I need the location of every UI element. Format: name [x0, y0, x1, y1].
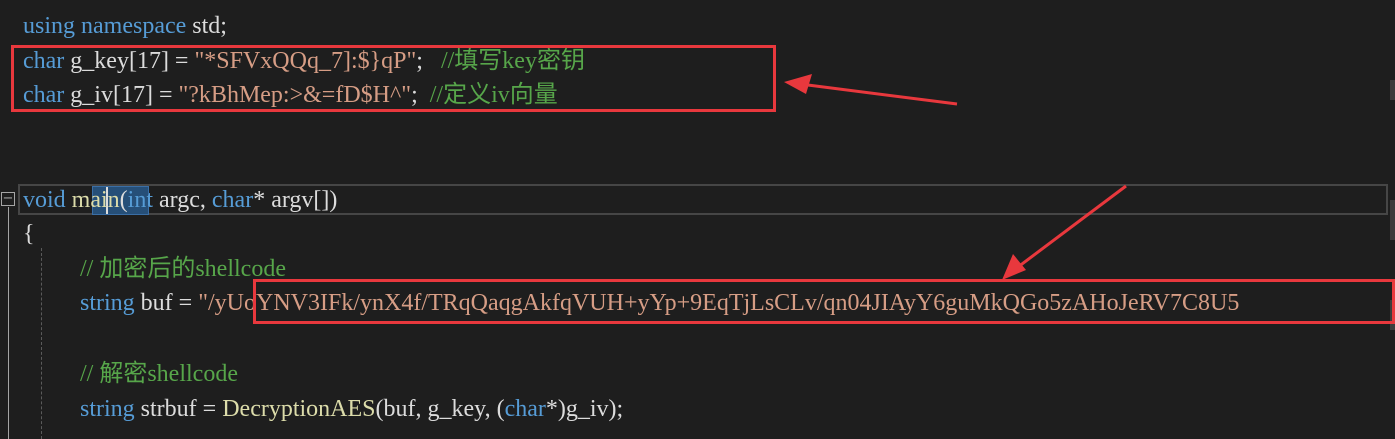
identifier-token: (buf, g_key, ( [375, 396, 505, 422]
collapse-icon[interactable]: − [1, 192, 15, 206]
type-token: string [80, 396, 135, 422]
fold-guide-line [8, 207, 9, 439]
function-name-token: DecryptionAES [222, 396, 376, 422]
identifier-token: strbuf = [134, 396, 223, 422]
identifier-token: argc, [153, 187, 212, 213]
keyword-token: char [504, 396, 546, 422]
code-line-open-brace[interactable]: { [23, 219, 35, 249]
scrollbar-marker [1390, 80, 1395, 100]
code-line-comment-decrypt[interactable]: // 解密shellcode [80, 359, 238, 389]
identifier-token: buf = [134, 290, 199, 316]
indent-guide [41, 248, 42, 439]
keyword-token: using [23, 13, 76, 39]
code-line-strbuf[interactable]: string strbuf = DecryptionAES(buf, g_key… [80, 394, 623, 424]
annotation-arrow-1 [784, 74, 958, 106]
keyword-token: int [127, 187, 154, 213]
comment-token: // 解密shellcode [80, 361, 238, 387]
code-editor[interactable]: − using namespace std; char g_key[17] = … [0, 0, 1395, 439]
identifier-token: * argv[]) [253, 187, 338, 213]
keyword-token: namespace [81, 13, 187, 39]
punctuation-token: ( [119, 187, 128, 213]
identifier-token: std; [186, 13, 227, 39]
code-line-using[interactable]: using namespace std; [23, 11, 227, 41]
punctuation-token: { [23, 221, 35, 247]
scrollbar-marker [1390, 200, 1395, 240]
annotation-box-key-iv [11, 45, 776, 112]
code-line-main-signature[interactable]: void main(int argc, char* argv[]) [23, 185, 337, 215]
type-token: string [80, 290, 135, 316]
annotation-box-encrypted-buf [253, 279, 1395, 324]
keyword-token: char [211, 187, 254, 213]
identifier-token: *)g_iv); [545, 396, 624, 422]
keyword-token: void [23, 187, 66, 213]
function-name-token: main [71, 187, 120, 213]
